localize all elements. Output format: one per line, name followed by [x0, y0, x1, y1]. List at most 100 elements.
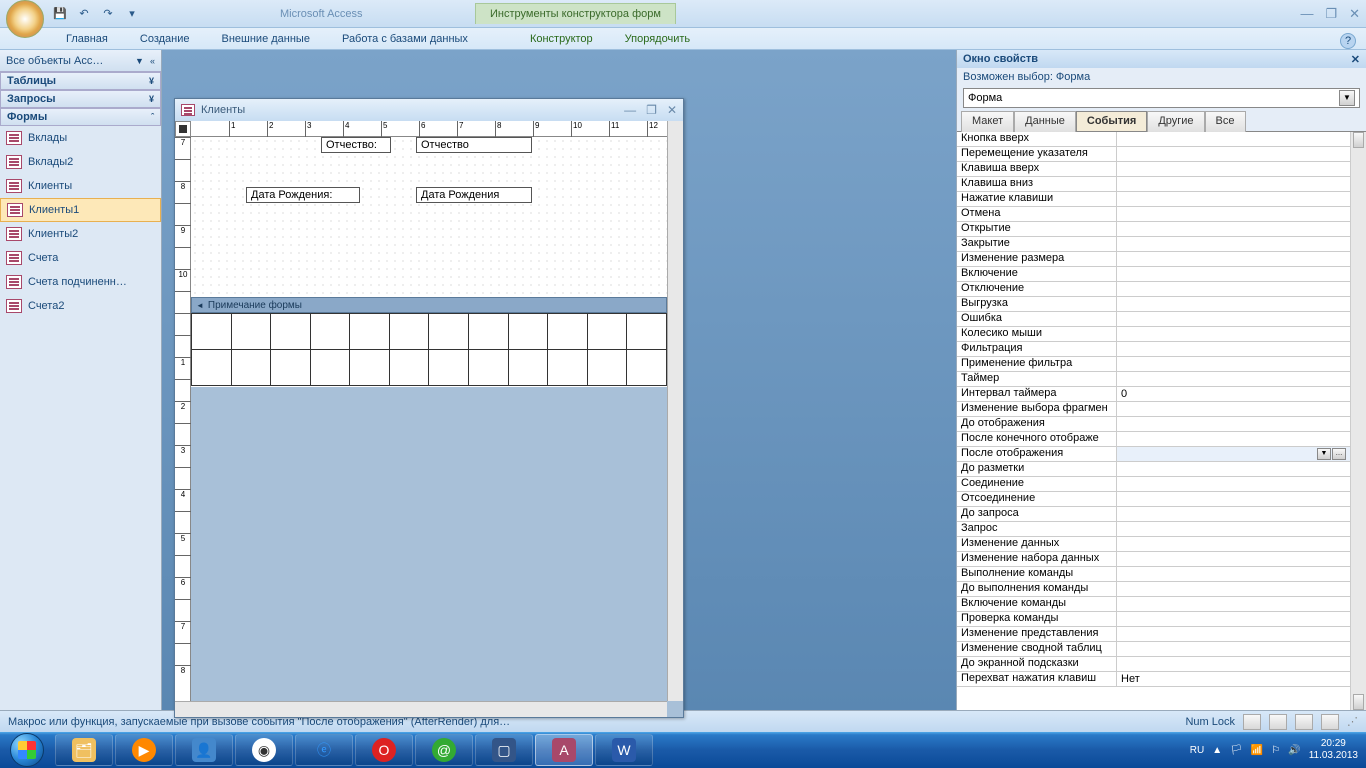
vertical-ruler[interactable]: 7891012345678: [175, 137, 191, 701]
property-scrollbar[interactable]: [1350, 132, 1366, 710]
property-row[interactable]: Соединение: [957, 477, 1350, 492]
nav-item-form[interactable]: Клиенты2: [0, 222, 161, 246]
property-value[interactable]: [1117, 627, 1350, 641]
horizontal-ruler[interactable]: 123456789101112: [191, 121, 667, 137]
qat-save[interactable]: 💾: [50, 4, 70, 24]
form-footer-section-bar[interactable]: Примечание формы: [191, 297, 667, 313]
property-value[interactable]: [1117, 657, 1350, 671]
taskbar-word[interactable]: W: [595, 734, 653, 766]
property-value[interactable]: [1117, 642, 1350, 656]
view-layout-button[interactable]: [1295, 714, 1313, 730]
property-row[interactable]: Выгрузка: [957, 297, 1350, 312]
form-restore-button[interactable]: ❐: [646, 103, 657, 117]
property-row[interactable]: Изменение представления: [957, 627, 1350, 642]
property-value[interactable]: [1117, 552, 1350, 566]
label-dob[interactable]: Дата Рождения:: [246, 187, 360, 203]
taskbar-mediaplayer[interactable]: ▶: [115, 734, 173, 766]
tray-action-icon[interactable]: ⚐: [1271, 745, 1280, 756]
ribbon-tab-design[interactable]: Конструктор: [514, 29, 609, 49]
property-value[interactable]: Нет: [1117, 672, 1350, 686]
property-row[interactable]: Запрос: [957, 522, 1350, 537]
property-row[interactable]: Изменение размера: [957, 252, 1350, 267]
property-row[interactable]: Изменение набора данных: [957, 552, 1350, 567]
property-row[interactable]: Изменение выбора фрагмен: [957, 402, 1350, 417]
property-row[interactable]: Фильтрация: [957, 342, 1350, 357]
property-value[interactable]: [1117, 177, 1350, 191]
minimize-button[interactable]: —: [1300, 6, 1313, 22]
property-value[interactable]: [1117, 417, 1350, 431]
property-row[interactable]: После отображения▼…: [957, 447, 1350, 462]
property-value[interactable]: ▼…: [1117, 447, 1350, 461]
chevron-down-icon[interactable]: ▼: [1317, 448, 1331, 460]
property-value[interactable]: [1117, 132, 1350, 146]
property-value[interactable]: [1117, 582, 1350, 596]
property-row[interactable]: Перемещение указателя: [957, 147, 1350, 162]
taskbar-opera[interactable]: O: [355, 734, 413, 766]
close-button[interactable]: ✕: [1349, 6, 1360, 22]
ruler-corner[interactable]: [175, 121, 191, 137]
property-value[interactable]: [1117, 162, 1350, 176]
property-row[interactable]: После конечного отображе: [957, 432, 1350, 447]
property-row[interactable]: Включение: [957, 267, 1350, 282]
property-tab[interactable]: Все: [1205, 111, 1246, 132]
nav-header[interactable]: Все объекты Acc… ▼ «: [0, 50, 161, 72]
property-value[interactable]: [1117, 597, 1350, 611]
property-row[interactable]: Применение фильтра: [957, 357, 1350, 372]
nav-item-form[interactable]: Счета подчиненн…: [0, 270, 161, 294]
property-row[interactable]: Кнопка вверх: [957, 132, 1350, 147]
property-row[interactable]: Отмена: [957, 207, 1350, 222]
property-value[interactable]: [1117, 612, 1350, 626]
taskbar-virtualbox[interactable]: ▢: [475, 734, 533, 766]
property-value[interactable]: [1117, 207, 1350, 221]
view-design-button[interactable]: [1321, 714, 1339, 730]
nav-item-form[interactable]: Вклады2: [0, 150, 161, 174]
property-sheet-close[interactable]: ✕: [1351, 53, 1360, 66]
property-row[interactable]: Ошибка: [957, 312, 1350, 327]
property-row[interactable]: Отсоединение: [957, 492, 1350, 507]
textbox-dob[interactable]: Дата Рождения: [416, 187, 532, 203]
nav-item-form[interactable]: Клиенты1: [0, 198, 161, 222]
property-row[interactable]: Включение команды: [957, 597, 1350, 612]
design-canvas[interactable]: Отчество: Отчество Дата Рождения: Дата Р…: [191, 137, 667, 701]
property-row[interactable]: Отключение: [957, 282, 1350, 297]
property-value[interactable]: [1117, 462, 1350, 476]
property-row[interactable]: Проверка команды: [957, 612, 1350, 627]
resize-grip-icon[interactable]: ⋰: [1347, 715, 1358, 728]
ribbon-tab-create[interactable]: Создание: [124, 29, 206, 49]
property-row[interactable]: Клавиша вверх: [957, 162, 1350, 177]
taskbar-chrome[interactable]: ◉: [235, 734, 293, 766]
property-value[interactable]: [1117, 252, 1350, 266]
property-tab[interactable]: Другие: [1147, 111, 1204, 132]
property-row[interactable]: Открытие: [957, 222, 1350, 237]
taskbar-app2[interactable]: @: [415, 734, 473, 766]
ribbon-tab-home[interactable]: Главная: [50, 29, 124, 49]
property-row[interactable]: До разметки: [957, 462, 1350, 477]
ribbon-tab-database[interactable]: Работа с базами данных: [326, 29, 484, 49]
ribbon-tab-external[interactable]: Внешние данные: [206, 29, 326, 49]
tray-flag-icon[interactable]: 🏳: [1230, 745, 1243, 756]
form-footer-surface[interactable]: [191, 313, 667, 387]
chevron-down-icon[interactable]: ▼: [1339, 90, 1355, 106]
tray-volume-icon[interactable]: 🔊: [1288, 745, 1300, 756]
property-value[interactable]: [1117, 222, 1350, 236]
property-row[interactable]: Таймер: [957, 372, 1350, 387]
nav-item-form[interactable]: Вклады: [0, 126, 161, 150]
property-row[interactable]: Изменение данных: [957, 537, 1350, 552]
office-button[interactable]: [6, 0, 44, 38]
property-value[interactable]: [1117, 537, 1350, 551]
qat-redo[interactable]: ↷: [98, 4, 118, 24]
property-object-selector[interactable]: Форма ▼: [957, 86, 1366, 110]
form-vscrollbar[interactable]: [667, 121, 683, 701]
property-row[interactable]: Клавиша вниз: [957, 177, 1350, 192]
property-row[interactable]: Нажатие клавиши: [957, 192, 1350, 207]
property-value[interactable]: [1117, 267, 1350, 281]
property-row[interactable]: Закрытие: [957, 237, 1350, 252]
nav-item-form[interactable]: Счета: [0, 246, 161, 270]
property-value[interactable]: [1117, 477, 1350, 491]
property-value[interactable]: [1117, 327, 1350, 341]
property-value[interactable]: [1117, 282, 1350, 296]
nav-group-tables[interactable]: Таблицы¥: [0, 72, 161, 90]
qat-dropdown[interactable]: ▾: [122, 4, 142, 24]
property-value[interactable]: [1117, 372, 1350, 386]
property-row[interactable]: До отображения: [957, 417, 1350, 432]
